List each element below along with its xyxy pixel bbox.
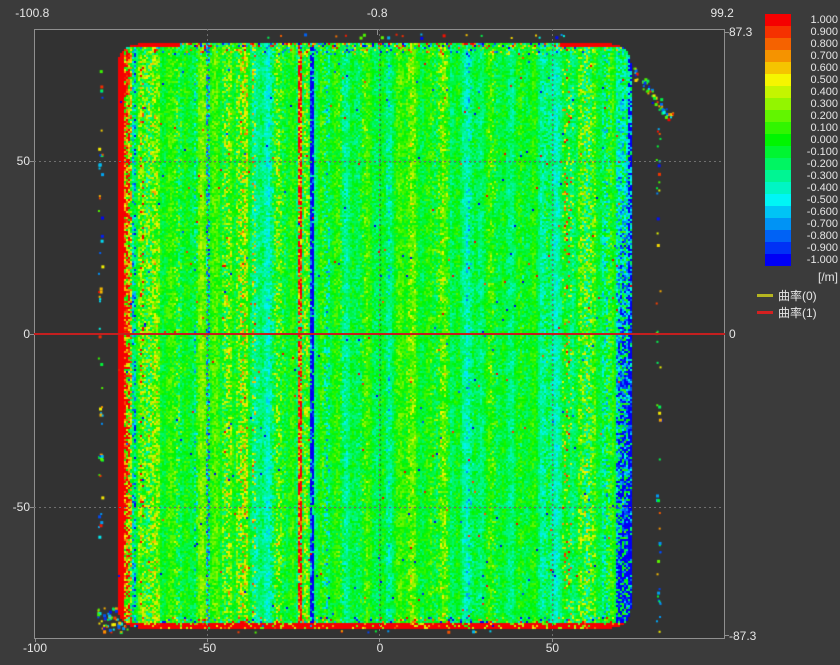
colorbar-tick-label: 0.900	[792, 26, 838, 38]
gridline-y	[34, 161, 723, 162]
colorbar-cell	[765, 50, 791, 62]
legend-line-swatch	[757, 311, 773, 314]
colorbar-cell	[765, 218, 791, 230]
colorbar-cell	[765, 194, 791, 206]
colorbar-tick-label: 0.800	[792, 38, 838, 50]
legend-item: 曲率(1)	[757, 304, 817, 321]
colorbar-cell	[765, 182, 791, 194]
colorbar-tick-label: -0.400	[792, 182, 838, 194]
colorbar-tick-label: -0.200	[792, 158, 838, 170]
gridline-y	[34, 507, 723, 508]
colorbar-cell	[765, 146, 791, 158]
colorbar-cell	[765, 62, 791, 74]
x-axis-label: 0	[377, 641, 384, 655]
y-axis-left-label: 50	[17, 154, 30, 168]
colorbar-labels: 1.0000.9000.8000.7000.6000.5000.4000.300…	[792, 14, 838, 266]
y-axis-left-label: -50	[13, 500, 30, 514]
colorbar-tick-label: 0.300	[792, 98, 838, 110]
colorbar-unit-label: [/m]	[792, 270, 838, 284]
app-window: 1.0000.9000.8000.7000.6000.5000.4000.300…	[0, 0, 840, 665]
top-axis-label: -0.8	[367, 6, 388, 20]
colorbar-tick-label: -0.800	[792, 230, 838, 242]
colorbar-cell	[765, 98, 791, 110]
colorbar-tick-label: -0.900	[792, 242, 838, 254]
colorbar-tick-label: 0.700	[792, 50, 838, 62]
colorbar-tick-label: 0.600	[792, 62, 838, 74]
colorbar-cell	[765, 26, 791, 38]
colorbar-tick-label: -0.100	[792, 146, 838, 158]
colorbar-cell	[765, 74, 791, 86]
axis-tick	[30, 161, 34, 162]
colorbar-tick-label: -0.500	[792, 194, 838, 206]
legend-line-swatch	[757, 294, 773, 297]
legend: 曲率(0)曲率(1)	[757, 287, 817, 321]
axis-tick	[377, 30, 378, 35]
colorbar-cell	[765, 242, 791, 254]
x-axis-label: -50	[199, 641, 216, 655]
y-axis-right-label: -87.3	[729, 629, 756, 643]
colorbar-tick-label: -0.300	[792, 170, 838, 182]
colorbar-tick-label: -1.000	[792, 254, 838, 266]
colorbar-cell	[765, 14, 791, 26]
colorbar-tick-label: -0.600	[792, 206, 838, 218]
colorbar-cell	[765, 158, 791, 170]
colorbar-cell	[765, 122, 791, 134]
legend-label: 曲率(1)	[778, 304, 817, 321]
colorbar-tick-label: -0.700	[792, 218, 838, 230]
y-axis-left-label: 0	[23, 327, 30, 341]
legend-label: 曲率(0)	[778, 287, 817, 304]
colorbar-cell	[765, 170, 791, 182]
colorbar-tick-label: 0.500	[792, 74, 838, 86]
colorbar-cell	[765, 230, 791, 242]
colorbar-cell	[765, 110, 791, 122]
top-axis-label: 99.2	[710, 6, 733, 20]
colorbar-cell	[765, 134, 791, 146]
colorbar-cell	[765, 254, 791, 266]
axis-tick	[30, 334, 34, 335]
axis-tick	[30, 507, 34, 508]
legend-item: 曲率(0)	[757, 287, 817, 304]
y-axis-right-label: 87.3	[729, 25, 752, 39]
colorbar-tick-label: 1.000	[792, 14, 838, 26]
colorbar-cell	[765, 38, 791, 50]
x-axis-label: 50	[546, 641, 559, 655]
top-axis-label: -100.8	[15, 6, 49, 20]
x-axis-label: -100	[23, 641, 47, 655]
colorbar-tick-label: 0.200	[792, 110, 838, 122]
colorbar	[765, 14, 791, 266]
y-axis-right-label: 0	[729, 327, 736, 341]
colorbar-tick-label: 0.400	[792, 86, 838, 98]
colorbar-cell	[765, 206, 791, 218]
colorbar-cell	[765, 86, 791, 98]
curvature-zero-line	[34, 333, 725, 335]
colorbar-tick-label: 0.000	[792, 134, 838, 146]
colorbar-tick-label: 0.100	[792, 122, 838, 134]
